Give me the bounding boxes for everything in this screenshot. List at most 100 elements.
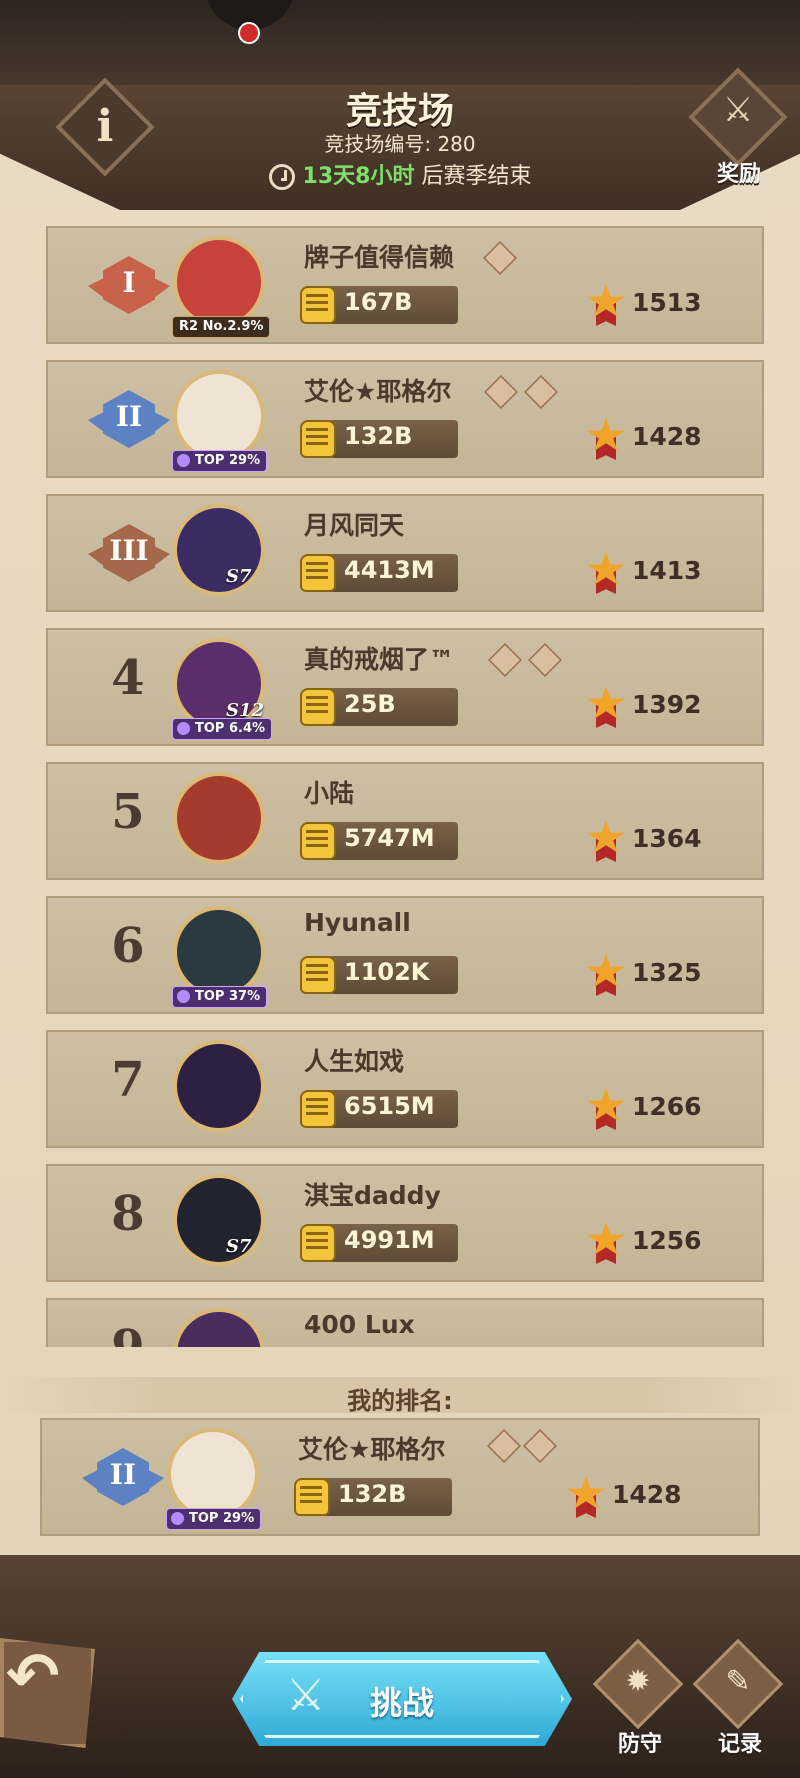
fist-icon (300, 420, 336, 458)
score-value: 1364 (632, 824, 702, 853)
fist-icon (300, 554, 336, 592)
fist-icon (300, 956, 336, 994)
trophy-icon (586, 954, 626, 996)
power-bar: 6515M (300, 1090, 458, 1128)
rank-number: 5 (111, 784, 145, 840)
fist-icon (300, 1224, 336, 1262)
trophy-icon (586, 820, 626, 862)
arena-number: 竞技场编号: 280 (324, 132, 476, 156)
power-value: 5747M (344, 824, 435, 852)
power-value: 132B (344, 422, 413, 450)
rank-medal-icon: III (88, 514, 170, 594)
fist-icon (300, 1090, 336, 1128)
my-rank-label: 我的排名: (347, 1387, 453, 1415)
player-name: 艾伦★耶格尔 (298, 1435, 446, 1464)
reward-button[interactable]: ⚔ 奖励 (688, 67, 788, 187)
score-value: 1428 (612, 1480, 682, 1509)
season-timer: 13天8小时 后赛季结束 (0, 158, 800, 190)
fist-icon (294, 1478, 330, 1516)
trophy-icon (586, 418, 626, 460)
leaderboard-row[interactable]: 5 小陆 5747M 1364 (46, 762, 764, 880)
fist-icon (300, 286, 336, 324)
player-name: 小陆 (304, 779, 355, 808)
score-value: 1428 (632, 422, 702, 451)
rank-number: 9 (88, 1320, 168, 1347)
trophy-icon (586, 1088, 626, 1130)
rank-medal-icon: II (82, 1438, 164, 1518)
score-value: 1392 (632, 690, 702, 719)
player-name: 牌子值得信赖 (304, 243, 455, 272)
power-bar: 4991M (300, 1224, 458, 1262)
back-arrow-icon: ↶ (6, 1640, 60, 1714)
power-value: 132B (338, 1480, 407, 1508)
power-value: 25B (344, 690, 396, 718)
rank-number: 4 (111, 650, 145, 706)
rank-medal-icon: II (88, 380, 170, 460)
leaderboard-row[interactable]: 8 S7 淇宝daddy 4991M 1256 (46, 1164, 764, 1282)
defense-button[interactable]: ✹ 防守 (592, 1638, 684, 1757)
player-name: 真的戒烟了™ (304, 645, 455, 674)
avatar[interactable] (173, 906, 265, 998)
crossed-swords-icon (488, 643, 522, 677)
player-name: Hyunall (304, 908, 411, 937)
avatar-tag: TOP 29% (166, 1508, 262, 1530)
avatar-tag: TOP 37% (172, 986, 268, 1008)
crest-icon (528, 643, 562, 677)
leaderboard-row[interactable]: 4 S12 TOP 6.4% 真的戒烟了™ 25B 1392 (46, 628, 764, 746)
avatar[interactable] (173, 370, 265, 462)
score-value: 1256 (632, 1226, 702, 1255)
avatar-tag: TOP 29% (172, 450, 268, 472)
fist-icon (300, 822, 336, 860)
leaderboard-row[interactable]: 9 400 Lux (46, 1298, 764, 1347)
challenge-label: 挑战 (369, 1684, 434, 1722)
avatar[interactable] (173, 1040, 265, 1132)
crest-icon (524, 375, 558, 409)
avatar[interactable] (173, 772, 265, 864)
leaderboard-row[interactable]: 7 人生如戏 6515M 1266 (46, 1030, 764, 1148)
rank-number: 7 (111, 1052, 145, 1108)
leaderboard-row[interactable]: I R2 No.2.9% 牌子值得信赖 167B 1513 (46, 226, 764, 344)
records-button[interactable]: ✎ 记录 (692, 1638, 784, 1757)
score-value: 1513 (632, 288, 702, 317)
notification-dot (238, 22, 260, 44)
avatar[interactable] (173, 236, 265, 328)
scroll-icon: ✎ (725, 1664, 751, 1699)
power-bar: 1102K (300, 956, 458, 994)
power-bar: 132B (300, 420, 458, 458)
season-badge: S7 (226, 1236, 252, 1257)
avatar-tag: TOP 6.4% (172, 718, 273, 740)
power-value: 6515M (344, 1092, 435, 1120)
top-strip (0, 0, 800, 95)
reward-label: 奖励 (716, 162, 761, 187)
season-badge: S7 (226, 566, 252, 587)
page-title: 竞技场 (345, 91, 454, 132)
countdown-value: 13天8小时 (302, 164, 415, 189)
player-name: 400 Lux (304, 1310, 415, 1339)
power-bar: 25B (300, 688, 458, 726)
my-rank-row[interactable]: II TOP 29% 艾伦★耶格尔 132B 1428 (40, 1418, 760, 1536)
leaderboard-row[interactable]: II TOP 29% 艾伦★耶格尔 132B 1428 (46, 360, 764, 478)
score-value: 1325 (632, 958, 702, 987)
trophy-icon (586, 1222, 626, 1264)
records-label: 记录 (717, 1732, 762, 1757)
fist-icon (300, 688, 336, 726)
crossed-swords-icon (484, 375, 518, 409)
score-value: 1266 (632, 1092, 702, 1121)
shield-icon: ✹ (625, 1664, 651, 1699)
power-bar: 167B (300, 286, 458, 324)
title-icons (487, 1429, 560, 1464)
player-name: 淇宝daddy (304, 1181, 441, 1210)
power-value: 4413M (344, 556, 435, 584)
avatar[interactable] (173, 1308, 265, 1347)
rank-number: 6 (111, 918, 145, 974)
leaderboard-row[interactable]: III S7 月风同天 4413M 1413 (46, 494, 764, 612)
rank-medal-icon: I (88, 246, 170, 326)
power-value: 4991M (344, 1226, 435, 1254)
power-value: 1102K (344, 958, 430, 986)
crossed-swords-icon (487, 1429, 521, 1463)
countdown-suffix: 后赛季结束 (421, 164, 532, 189)
avatar[interactable] (167, 1428, 259, 1520)
power-bar: 132B (294, 1478, 452, 1516)
trophy-icon (586, 686, 626, 728)
leaderboard-row[interactable]: 6 TOP 37% Hyunall 1102K 1325 (46, 896, 764, 1014)
